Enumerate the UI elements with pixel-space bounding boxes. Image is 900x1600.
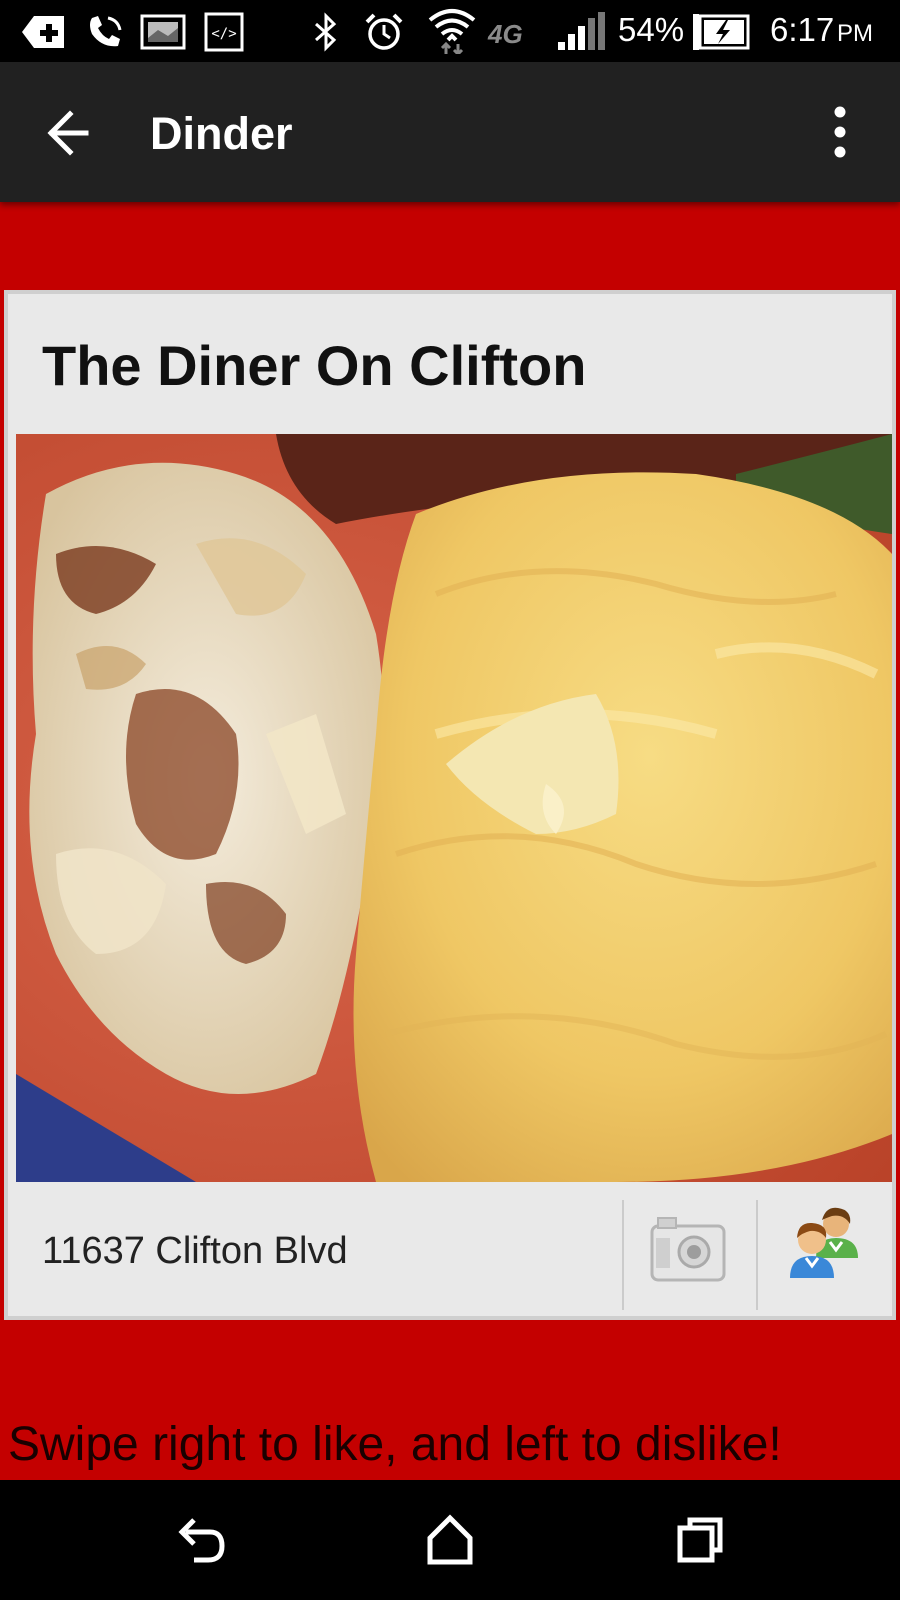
footer-divider <box>622 1200 624 1310</box>
battery-percentage: 54% <box>618 11 685 48</box>
network-type-label: 4G <box>488 19 523 49</box>
bluetooth-icon <box>315 12 337 52</box>
alarm-icon <box>365 13 403 50</box>
clock-time: 6:17 <box>770 11 835 48</box>
image-notification-icon <box>140 14 186 50</box>
navigation-bar <box>0 1480 900 1600</box>
nav-recents-icon[interactable] <box>670 1510 730 1570</box>
clock: 6:17 PM <box>770 10 873 54</box>
signal-strength-icon <box>558 12 605 50</box>
restaurant-address: 11637 Clifton Blvd <box>42 1230 348 1272</box>
card-footer: 11637 Clifton Blvd <box>8 1188 892 1316</box>
nav-back-icon[interactable] <box>172 1510 232 1570</box>
wifi-icon <box>428 9 476 54</box>
back-arrow-icon[interactable] <box>36 98 106 168</box>
action-bar: Dinder <box>0 62 900 202</box>
phone-call-icon <box>90 16 122 47</box>
footer-divider <box>756 1200 758 1310</box>
svg-text:</>: </> <box>211 26 236 42</box>
overflow-menu-icon[interactable] <box>820 102 860 162</box>
app-title: Dinder <box>150 108 293 159</box>
camera-icon[interactable] <box>648 1214 728 1284</box>
people-icon[interactable] <box>786 1206 866 1286</box>
plus-notification-icon <box>22 16 64 48</box>
status-bar: </> 4G 54% 6:17 PM <box>0 0 900 62</box>
swipe-hint: Swipe right to like, and left to dislike… <box>8 1418 782 1471</box>
restaurant-card[interactable]: The Diner On Clifton 11637 Clifton Blvd <box>4 290 896 1320</box>
clock-ampm: PM <box>837 20 873 47</box>
nav-home-icon[interactable] <box>420 1510 480 1570</box>
battery-charging-icon <box>693 14 750 50</box>
omelette-photo-illustration <box>16 434 892 1182</box>
restaurant-photo <box>16 434 892 1182</box>
restaurant-name: The Diner On Clifton <box>42 334 587 397</box>
code-notification-icon: </> <box>204 12 244 52</box>
